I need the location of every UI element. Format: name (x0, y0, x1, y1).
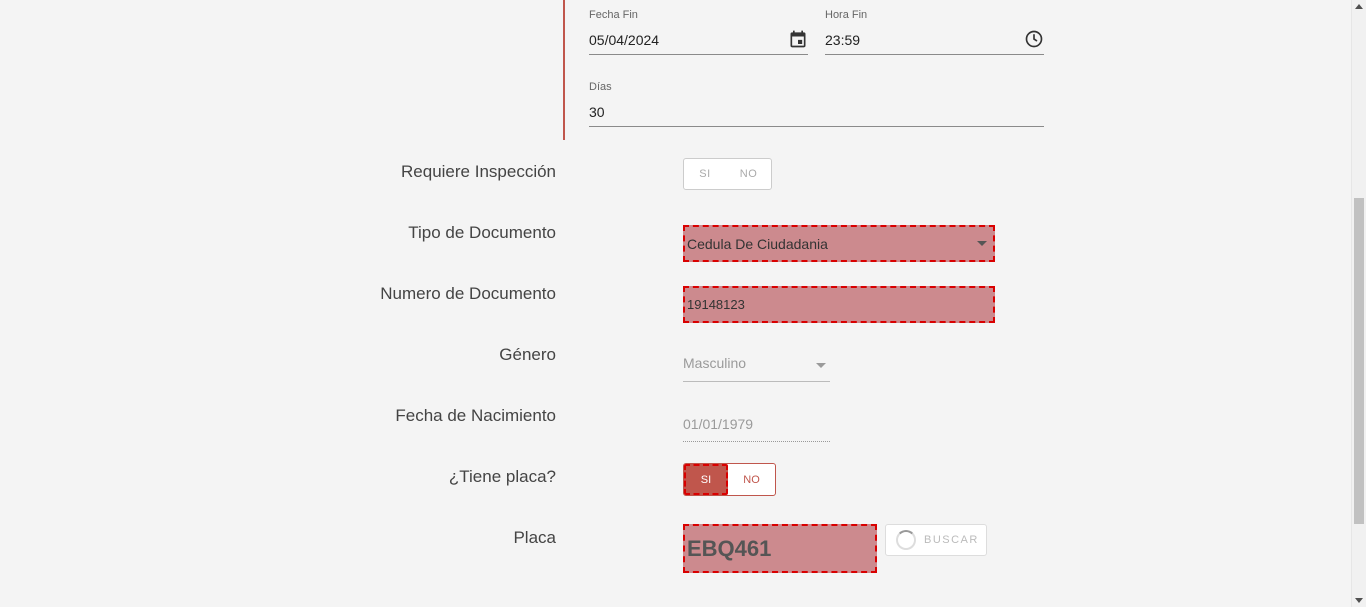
dias-label: Días (589, 81, 612, 93)
scroll-up-icon[interactable] (1355, 4, 1363, 9)
requiere-inspeccion-si[interactable]: SI (684, 159, 726, 189)
fecha-fin-field[interactable]: Fecha Fin 05/04/2024 (589, 9, 808, 55)
requiere-inspeccion-label: Requiere Inspección (401, 162, 556, 181)
chevron-down-icon (816, 363, 826, 368)
vertical-scrollbar[interactable] (1351, 0, 1366, 607)
scrollbar-thumb[interactable] (1354, 198, 1364, 524)
numero-documento-input[interactable]: 19148123 (683, 286, 995, 323)
tipo-documento-label: Tipo de Documento (408, 223, 556, 242)
fecha-nacimiento-underline (683, 441, 830, 442)
fecha-fin-value[interactable]: 05/04/2024 (589, 32, 659, 48)
fecha-nacimiento-value: 01/01/1979 (683, 416, 754, 432)
numero-documento-label: Numero de Documento (380, 284, 556, 303)
tiene-placa-no[interactable]: NO (728, 464, 775, 495)
tiene-placa-si[interactable]: SI (684, 464, 728, 495)
hora-fin-label: Hora Fin (825, 9, 868, 21)
numero-documento-value: 19148123 (687, 297, 745, 312)
dias-underline (589, 126, 1044, 127)
clock-icon[interactable] (1024, 29, 1044, 49)
requiere-inspeccion-no[interactable]: NO (726, 159, 771, 189)
hora-fin-field[interactable]: Hora Fin 23:59 (825, 9, 1044, 55)
dias-field[interactable]: Días 30 (589, 81, 1044, 127)
fecha-nacimiento-label: Fecha de Nacimiento (395, 406, 556, 425)
fecha-fin-label: Fecha Fin (589, 9, 638, 21)
genero-label: Género (499, 345, 556, 364)
calendar-icon[interactable] (788, 29, 808, 49)
fecha-nacimiento-input: 01/01/1979 (683, 416, 830, 442)
tipo-documento-select[interactable]: Cedula De Ciudadania (683, 225, 995, 262)
hora-fin-value[interactable]: 23:59 (825, 32, 860, 48)
dias-value[interactable]: 30 (589, 104, 605, 120)
fecha-fin-underline (589, 54, 808, 55)
genero-value: Masculino (683, 355, 747, 371)
placa-value: EBQ461 (687, 535, 772, 561)
scroll-down-icon[interactable] (1355, 598, 1363, 603)
requiere-inspeccion-toggle[interactable]: SI NO (683, 158, 772, 190)
genero-underline (683, 381, 830, 382)
buscar-button[interactable]: BUSCAR (885, 524, 987, 556)
genero-select[interactable]: Masculino (683, 355, 830, 382)
placa-input[interactable]: EBQ461 (683, 524, 877, 573)
spinner-icon (896, 530, 916, 550)
placa-label: Placa (513, 528, 556, 547)
buscar-label: BUSCAR (924, 534, 979, 546)
tiene-placa-toggle[interactable]: SI NO (683, 463, 776, 496)
hora-fin-underline (825, 54, 1044, 55)
tipo-documento-value: Cedula De Ciudadania (687, 235, 828, 252)
chevron-down-icon (977, 241, 987, 246)
tiene-placa-label: ¿Tiene placa? (448, 467, 556, 486)
